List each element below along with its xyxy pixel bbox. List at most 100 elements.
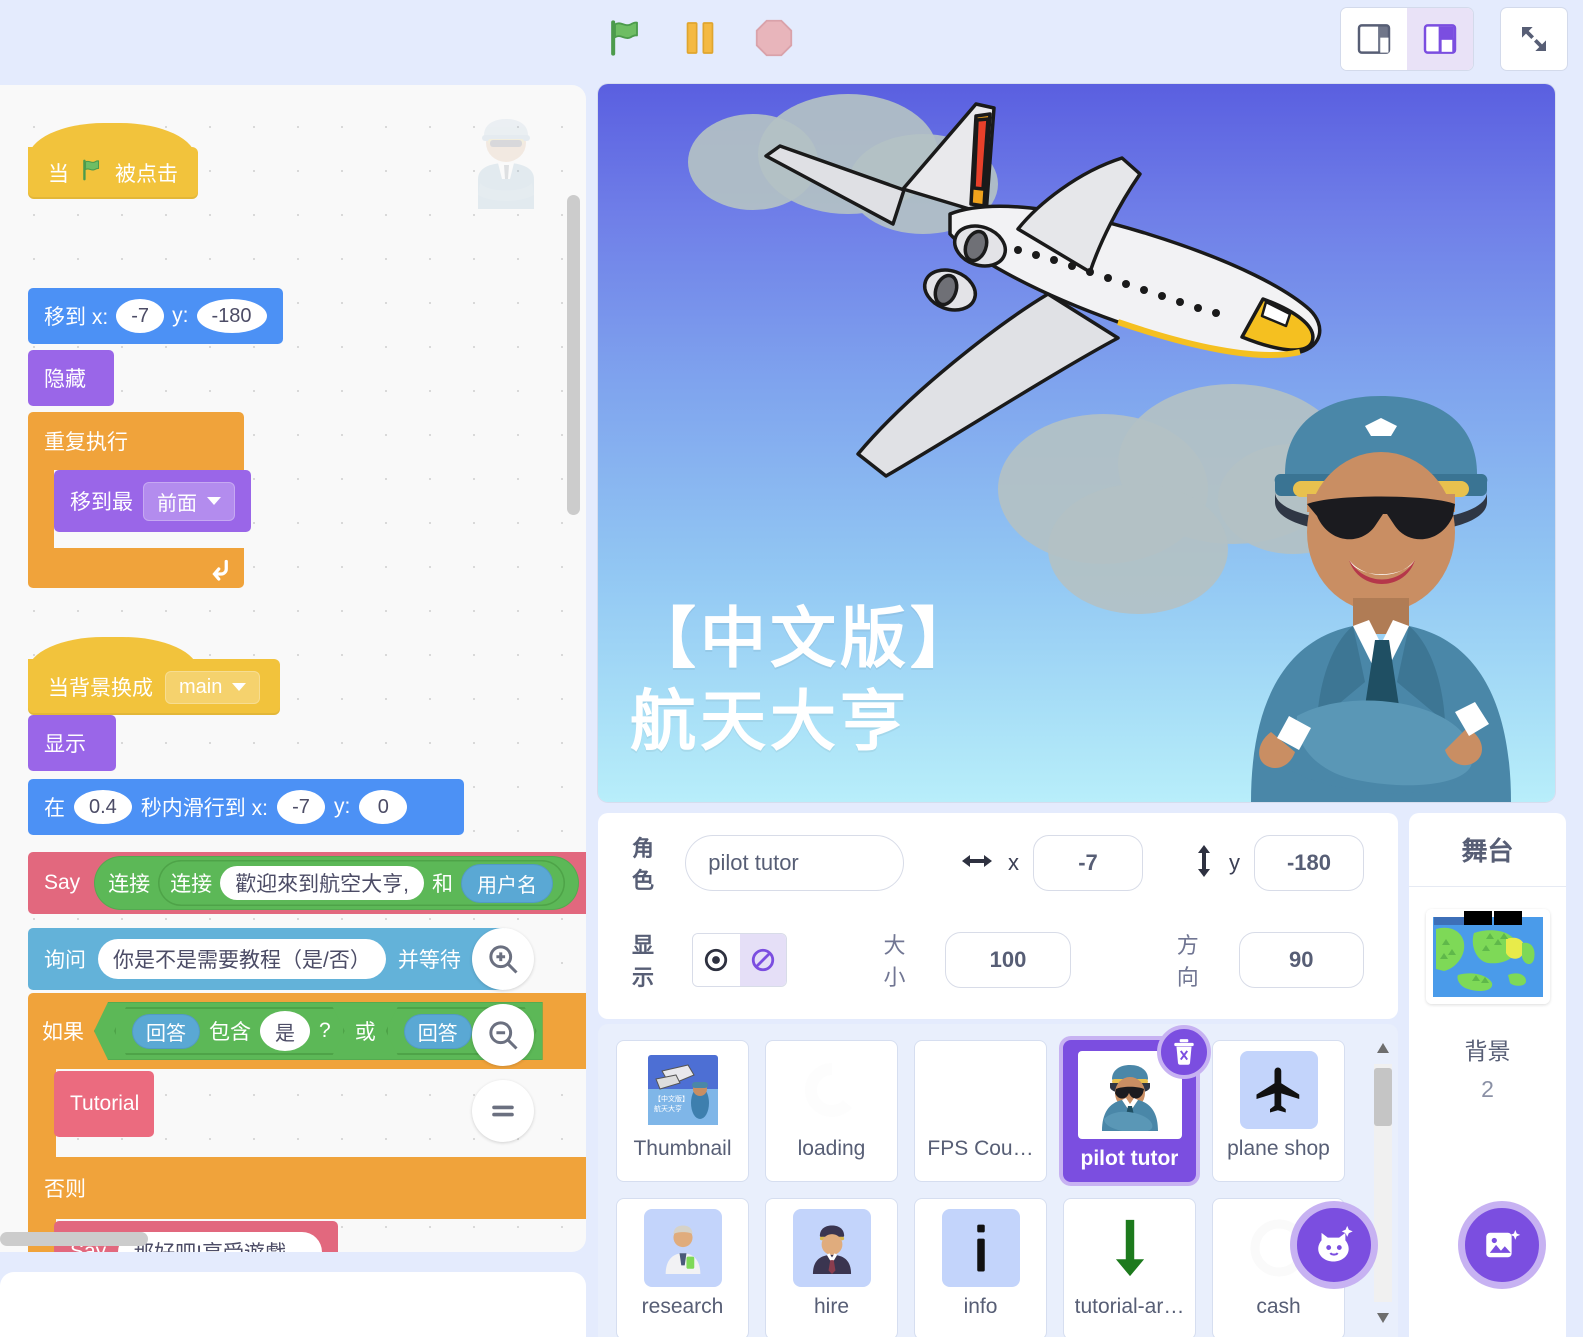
sprite-name-label: cash — [1256, 1295, 1301, 1318]
block-ask-and-wait[interactable]: 询问 你是不是需要教程（是/否） 并等待 — [28, 928, 508, 990]
ask-suffix: 并等待 — [397, 949, 461, 972]
stop-button[interactable] — [748, 12, 800, 64]
zoom-out-button[interactable] — [472, 1004, 534, 1066]
add-backdrop-button[interactable] — [1458, 1201, 1546, 1289]
answer-variable-2[interactable]: 回答 — [404, 1014, 472, 1049]
sprite-card-loading[interactable]: loading — [765, 1040, 898, 1182]
glide-secs-input[interactable]: 0.4 — [74, 790, 132, 824]
hide-label: 隐藏 — [44, 368, 86, 391]
sprite-card-thumbnail[interactable]: 【中文版】 航天大亨 Thumbnail — [616, 1040, 749, 1182]
sprite-watermark-icon — [468, 113, 544, 209]
block-say[interactable]: Say 连接 连接 歡迎來到航空大亨, 和 用户名 — [28, 852, 586, 914]
x-value-input[interactable]: -7 — [1033, 835, 1143, 891]
green-flag-button[interactable] — [600, 12, 652, 64]
block-goto-xy[interactable]: 移到 x: -7 y: -180 — [28, 288, 283, 344]
visibility-toggle — [691, 933, 788, 987]
glide-x-input[interactable]: -7 — [276, 790, 325, 824]
block-show[interactable]: 显示 — [28, 715, 116, 771]
scrollbar-thumb[interactable] — [1374, 1068, 1392, 1126]
stage-selector-header: 舞台 — [1409, 813, 1566, 887]
show-sprite-button[interactable] — [692, 934, 740, 986]
stage-title-line2: 航天大亨 — [630, 683, 910, 758]
goto-y-input[interactable]: -180 — [196, 299, 267, 333]
pilot-sprite — [1215, 382, 1545, 802]
else-label: 否则 — [44, 1178, 86, 1201]
y-value-input[interactable]: -180 — [1254, 835, 1364, 891]
sprite-list-scrollbar[interactable] — [1374, 1038, 1392, 1328]
say-label: Say — [44, 871, 81, 894]
block-tutorial-custom[interactable]: Tutorial — [54, 1071, 154, 1137]
ask-text-input[interactable]: 你是不是需要教程（是/否） — [98, 939, 386, 979]
block-contains-1[interactable]: 回答 包含 是 ? — [114, 1007, 345, 1055]
sprite-card-tutorial-arrow[interactable]: tutorial-ar… — [1063, 1198, 1196, 1337]
backdrop-label: 背景 — [1464, 1038, 1511, 1064]
block-join-inner[interactable]: 连接 歡迎來到航空大亨, 和 用户名 — [158, 860, 566, 906]
contains-value-input-1[interactable]: 是 — [260, 1011, 310, 1051]
x-label: x — [1008, 850, 1019, 875]
stage-thumbnail-wrapper[interactable] — [1409, 909, 1566, 1004]
goto-label: 移到 x: — [44, 306, 109, 329]
show-label: 显示 — [44, 733, 86, 756]
goto-x-input[interactable]: -7 — [116, 299, 165, 333]
forever-label: 重复执行 — [44, 431, 128, 454]
large-stage-layout-button[interactable] — [1407, 8, 1473, 70]
sprite-info-panel: 角色 pilot tutor x -7 y -180 显示 大小 100 方向 … — [598, 813, 1398, 1019]
block-go-to-front[interactable]: 移到最 前面 — [54, 470, 251, 532]
answer-variable-1[interactable]: 回答 — [132, 1014, 200, 1049]
stage-selector-panel[interactable]: 舞台 背景 2 — [1409, 813, 1566, 1337]
block-hide[interactable]: 隐藏 — [28, 350, 114, 406]
glide-y-label: y: — [333, 795, 351, 818]
pilot-small-icon — [792, 1209, 871, 1287]
sprite-card-hire[interactable]: hire — [765, 1198, 898, 1337]
fullscreen-button[interactable] — [1501, 8, 1567, 70]
sprite-card-info[interactable]: info — [914, 1198, 1047, 1337]
zoom-reset-button[interactable] — [472, 1080, 534, 1142]
block-join-outer[interactable]: 连接 连接 歡迎來到航空大亨, 和 用户名 — [94, 856, 580, 910]
sprite-card-plane-shop[interactable]: plane shop — [1212, 1040, 1345, 1182]
sprite-list-panel[interactable]: 【中文版】 航天大亨 Thumbnail loading FPS Cou… pi… — [598, 1024, 1398, 1337]
username-variable[interactable]: 用户名 — [461, 863, 554, 903]
sprite-info-row-2: 显示 大小 100 方向 90 — [598, 913, 1398, 1007]
join-text-input[interactable]: 歡迎來到航空大亨, — [220, 866, 425, 900]
backdrop-thumbnail[interactable] — [1425, 909, 1550, 1004]
sprite-name-label: research — [641, 1295, 724, 1318]
small-stage-layout-button[interactable] — [1341, 8, 1407, 70]
green-flag-icon — [79, 157, 105, 189]
sprite-grid: 【中文版】 航天大亨 Thumbnail loading FPS Cou… pi… — [598, 1024, 1398, 1337]
stage-display[interactable]: 【中文版】 航天大亨 — [598, 84, 1555, 802]
tutorial-label: Tutorial — [70, 1092, 140, 1115]
direction-input[interactable]: 90 — [1238, 932, 1364, 988]
sprite-card-research[interactable]: research — [616, 1198, 749, 1337]
block-forever[interactable]: 重复执行 移到最 前面 — [28, 412, 251, 588]
svg-text:航天大亨: 航天大亨 — [654, 1104, 682, 1113]
backdrop-dropdown[interactable]: main — [165, 670, 261, 704]
else-say-text-input[interactable]: 那好吧!享受遊戲。 — [118, 1232, 323, 1252]
delete-sprite-button[interactable] — [1157, 1025, 1211, 1079]
sprite-card-fps-counter[interactable]: FPS Cou… — [914, 1040, 1047, 1182]
top-toolbar — [0, 0, 1583, 80]
airplane-icon — [1239, 1051, 1318, 1129]
pause-button[interactable] — [674, 12, 726, 64]
sprite-card-pilot-tutor[interactable]: pilot tutor — [1063, 1025, 1211, 1182]
goto-front-label: 移到最 — [70, 491, 133, 514]
sprite-name-input[interactable]: pilot tutor — [685, 835, 904, 891]
block-glide-secs-to-xy[interactable]: 在 0.4 秒内滑行到 x: -7 y: 0 — [28, 779, 464, 835]
if-label: 如果 — [42, 1021, 84, 1044]
scroll-down-arrow-icon[interactable] — [1374, 1308, 1392, 1328]
y-label: y — [1229, 850, 1240, 875]
block-when-backdrop-switches[interactable]: 当背景换成 main — [28, 637, 281, 715]
code-workspace[interactable]: 当 被点击 移到 x: -7 y: -180 隐藏 重复执行 移到最 前面 当背… — [0, 85, 586, 1252]
zoom-in-button[interactable] — [472, 928, 534, 990]
glide-y-input[interactable]: 0 — [359, 790, 408, 824]
scroll-up-arrow-icon[interactable] — [1374, 1038, 1392, 1058]
backdrop-dropdown-value: main — [179, 675, 223, 698]
hide-sprite-button[interactable] — [739, 934, 787, 986]
block-when-flag-clicked[interactable]: 当 被点击 — [28, 123, 198, 199]
add-sprite-button[interactable] — [1290, 1201, 1378, 1289]
sprite-name-label: FPS Cou… — [927, 1137, 1034, 1160]
stage-size-controls — [1341, 8, 1473, 70]
size-input[interactable]: 100 — [945, 932, 1071, 988]
workspace-horizontal-scrollbar[interactable] — [0, 1232, 148, 1246]
workspace-vertical-scrollbar[interactable] — [567, 195, 580, 515]
goto-front-dropdown[interactable]: 前面 — [143, 481, 235, 521]
